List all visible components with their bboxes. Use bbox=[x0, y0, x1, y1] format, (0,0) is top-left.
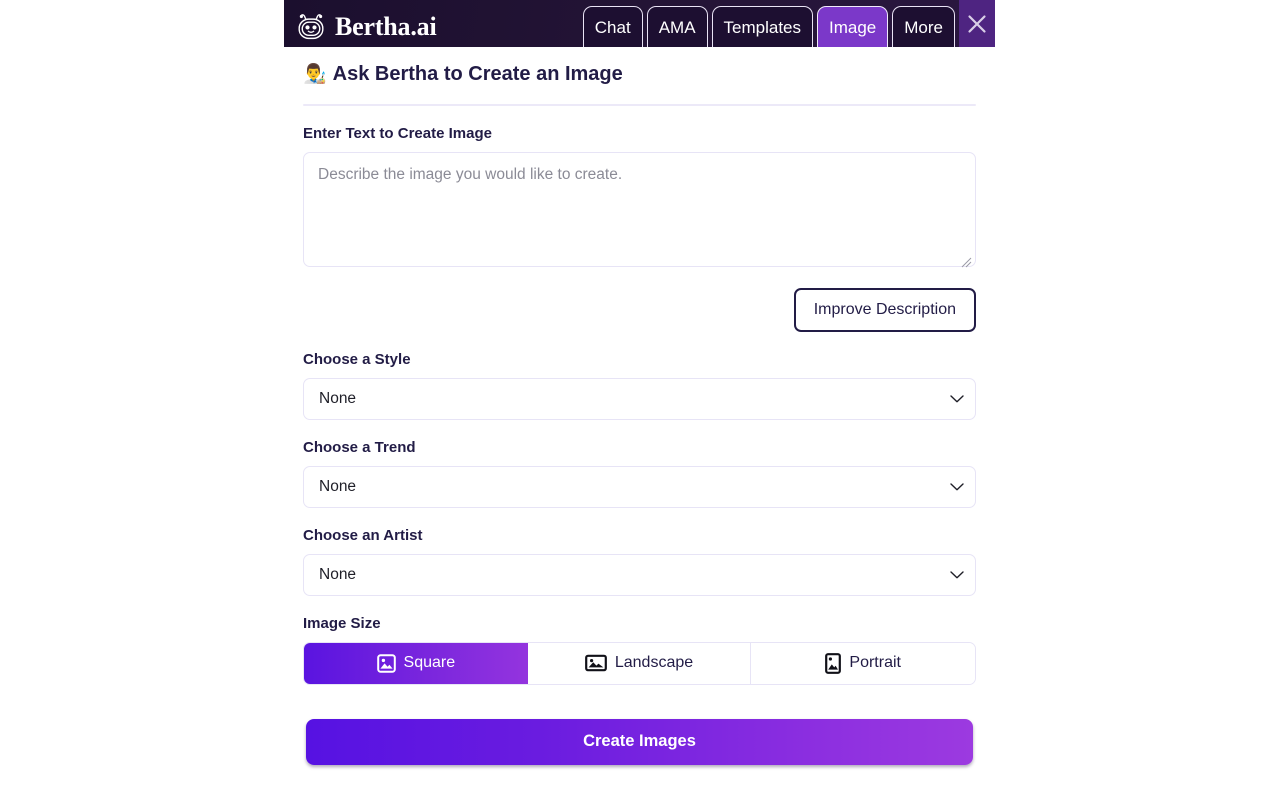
tab-image-label: Image bbox=[829, 17, 877, 37]
trend-select-wrapper: None bbox=[303, 465, 976, 508]
artist-emoji-icon: 👨‍🎨 bbox=[303, 63, 327, 85]
brand-name: Bertha.ai bbox=[335, 12, 437, 41]
image-size-option-portrait[interactable]: Portrait bbox=[751, 642, 975, 684]
tab-image[interactable]: Image bbox=[817, 6, 889, 47]
image-size-segmented-control: Square Landscape Portrait bbox=[303, 641, 976, 685]
style-label: Choose a Style bbox=[303, 350, 411, 368]
improve-description-button[interactable]: Improve Description bbox=[793, 288, 976, 332]
tab-templates-label: Templates bbox=[723, 17, 802, 37]
artist-select[interactable]: None bbox=[303, 553, 976, 596]
prompt-field-wrapper bbox=[303, 143, 976, 272]
image-portrait-icon bbox=[825, 652, 842, 674]
page-title: 👨‍🎨 Ask Bertha to Create an Image bbox=[303, 62, 976, 86]
improve-row: Improve Description bbox=[303, 288, 976, 332]
prompt-textarea[interactable] bbox=[303, 152, 976, 267]
close-button[interactable] bbox=[959, 0, 995, 47]
close-icon bbox=[968, 14, 986, 33]
image-size-option-landscape-label: Landscape bbox=[614, 654, 694, 672]
brand-logo: Bertha.ai bbox=[284, 12, 437, 47]
content-panel: 👨‍🎨 Ask Bertha to Create an Image Enter … bbox=[284, 47, 995, 800]
style-select-wrapper: None bbox=[303, 377, 976, 420]
prompt-label: Enter Text to Create Image bbox=[303, 125, 492, 142]
page-title-text: Ask Bertha to Create an Image bbox=[332, 63, 623, 85]
image-size-option-square-label: Square bbox=[403, 654, 456, 672]
image-landscape-icon bbox=[584, 654, 607, 672]
create-row: Create Images bbox=[303, 718, 976, 765]
bot-head-icon bbox=[298, 14, 324, 40]
artist-select-wrapper: None bbox=[303, 553, 976, 596]
artist-label: Choose an Artist bbox=[303, 526, 423, 544]
app-root: Bertha.ai Chat AMA Templates Image More … bbox=[0, 0, 1280, 800]
app-header: Bertha.ai Chat AMA Templates Image More bbox=[284, 0, 995, 47]
image-size-option-landscape[interactable]: Landscape bbox=[527, 642, 752, 684]
tab-more-label: More bbox=[904, 17, 943, 37]
tab-more[interactable]: More bbox=[892, 6, 955, 47]
tab-templates[interactable]: Templates bbox=[711, 6, 814, 47]
image-size-option-portrait-label: Portrait bbox=[849, 654, 901, 672]
image-size-label: Image Size bbox=[303, 614, 381, 632]
create-images-button[interactable]: Create Images bbox=[306, 718, 973, 765]
trend-label: Choose a Trend bbox=[303, 438, 416, 456]
tab-chat[interactable]: Chat bbox=[582, 6, 643, 47]
header-nav: Chat AMA Templates Image More bbox=[582, 0, 955, 47]
title-divider bbox=[303, 104, 976, 106]
image-square-icon bbox=[376, 653, 396, 673]
tab-chat-label: Chat bbox=[594, 17, 631, 37]
style-select[interactable]: None bbox=[303, 377, 976, 420]
tab-ama[interactable]: AMA bbox=[646, 6, 708, 47]
trend-select[interactable]: None bbox=[303, 465, 976, 508]
image-size-option-square[interactable]: Square bbox=[304, 642, 528, 684]
tab-ama-label: AMA bbox=[658, 17, 696, 37]
